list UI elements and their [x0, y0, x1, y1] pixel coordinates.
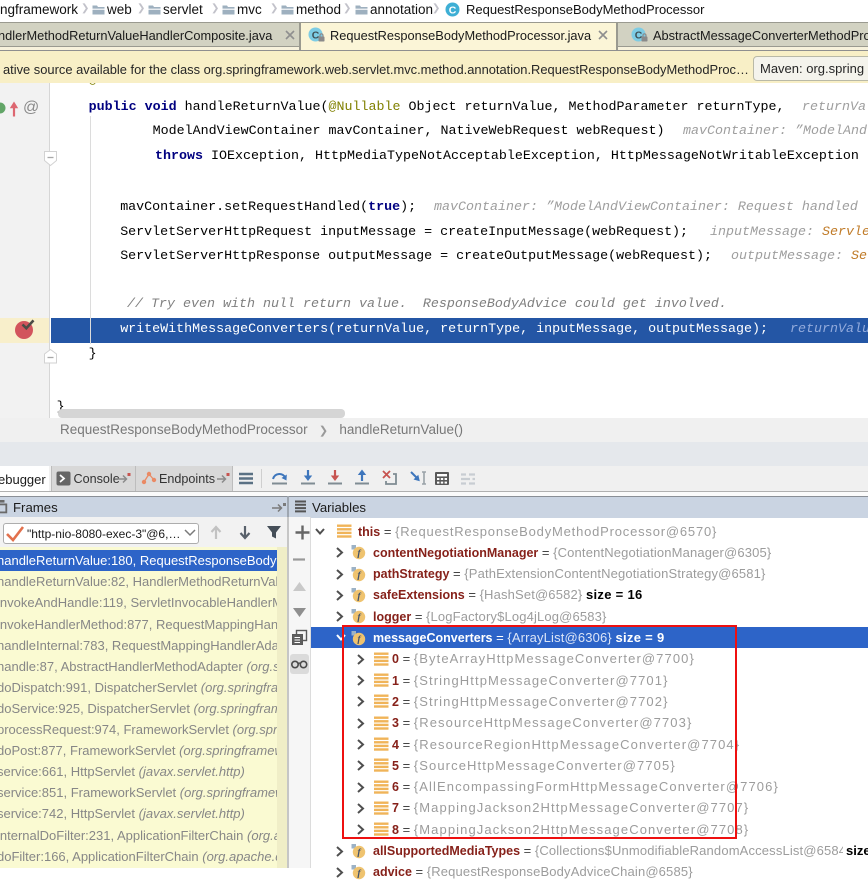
svg-text:C: C [449, 5, 457, 17]
